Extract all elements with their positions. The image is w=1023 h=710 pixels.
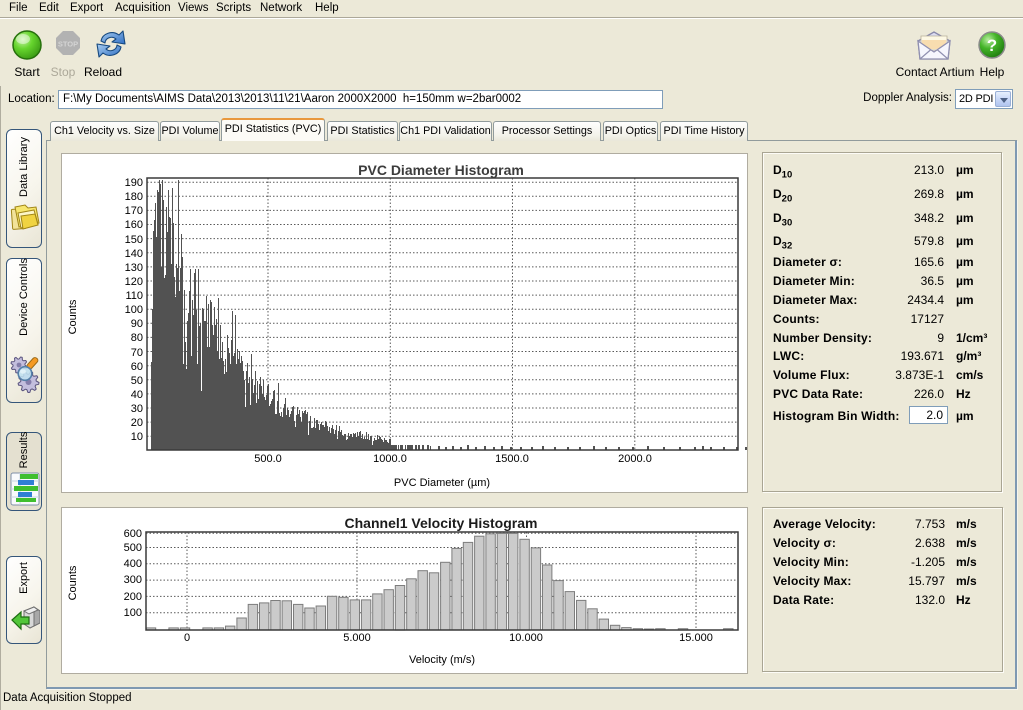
svg-text:Counts: Counts: [67, 299, 79, 334]
svg-text:180: 180: [125, 191, 143, 203]
svg-text:160: 160: [125, 219, 143, 231]
svg-text:300: 300: [124, 574, 142, 586]
svg-text:5.000: 5.000: [343, 632, 371, 644]
svg-text:200: 200: [124, 591, 142, 603]
svg-text:80: 80: [131, 332, 143, 344]
svg-text:600: 600: [124, 528, 142, 540]
svg-text:400: 400: [124, 558, 142, 570]
svg-text:500.0: 500.0: [254, 453, 282, 465]
svg-text:Velocity (m/s): Velocity (m/s): [409, 654, 475, 666]
svg-text:1000.0: 1000.0: [373, 453, 407, 465]
svg-text:30: 30: [131, 403, 143, 415]
svg-text:PVC Diameter (µm): PVC Diameter (µm): [394, 477, 490, 489]
svg-text:50: 50: [131, 375, 143, 387]
svg-text:PVC Diameter Histogram: PVC Diameter Histogram: [358, 162, 524, 178]
svg-text:130: 130: [125, 262, 143, 274]
svg-text:100: 100: [125, 304, 143, 316]
svg-text:Channel1 Velocity Histogram: Channel1 Velocity Histogram: [345, 515, 538, 531]
svg-text:110: 110: [125, 290, 143, 302]
svg-text:Counts: Counts: [67, 565, 79, 600]
svg-text:90: 90: [131, 318, 143, 330]
svg-text:500: 500: [124, 542, 142, 554]
svg-text:140: 140: [125, 248, 143, 260]
svg-text:15.000: 15.000: [679, 632, 713, 644]
svg-text:100: 100: [124, 607, 142, 619]
svg-text:40: 40: [131, 389, 143, 401]
svg-text:2000.0: 2000.0: [618, 453, 652, 465]
svg-text:?: ?: [987, 36, 997, 55]
svg-text:10.000: 10.000: [509, 632, 543, 644]
svg-text:STOP: STOP: [58, 40, 78, 49]
svg-text:170: 170: [125, 205, 143, 217]
svg-text:20: 20: [131, 417, 143, 429]
svg-text:150: 150: [125, 234, 143, 246]
svg-text:70: 70: [131, 347, 143, 359]
svg-text:190: 190: [125, 177, 143, 189]
svg-text:0: 0: [184, 632, 190, 644]
svg-text:60: 60: [131, 361, 143, 373]
svg-text:120: 120: [125, 276, 143, 288]
svg-text:1500.0: 1500.0: [495, 453, 529, 465]
svg-text:10: 10: [131, 431, 143, 443]
